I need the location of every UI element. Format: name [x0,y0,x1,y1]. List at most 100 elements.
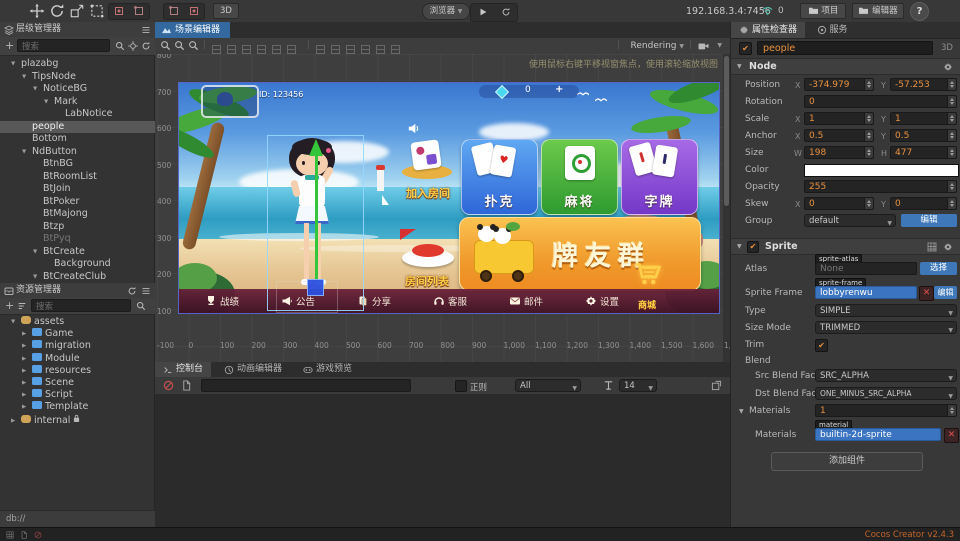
src-blend-dropdown[interactable]: SRC_ALPHA ▼ [815,369,957,382]
expand-arrow-icon[interactable]: ▼ [22,71,32,84]
game-card-字牌[interactable]: 字牌 [621,139,698,215]
add-asset-button[interactable]: + [5,299,14,312]
join-room-button[interactable]: 加入房间 [392,139,464,205]
sort-icon[interactable] [17,301,27,311]
docs-icon[interactable] [927,242,937,252]
panel-menu-icon[interactable] [141,25,151,35]
anchor-x-input[interactable]: 0.5 [804,129,874,142]
preview-target-dropdown[interactable]: 浏览器 ▼ [422,3,470,20]
pivot-icon[interactable] [114,6,124,16]
size-w-input[interactable]: 198 [804,146,874,159]
clear-frame-button[interactable]: ✕ [919,286,934,301]
hierarchy-item-BtJoin[interactable]: BtJoin [0,183,155,196]
status-log-icon[interactable] [20,530,28,539]
group-edit-button[interactable]: 编辑 [901,214,957,227]
node-section-header[interactable]: ▼ Node [731,58,960,75]
expand-arrow-icon[interactable]: ▼ [33,271,43,281]
status-grid-icon[interactable] [6,530,14,539]
add-node-button[interactable]: + [5,39,14,52]
hierarchy-item-BtRoomList[interactable]: BtRoomList [0,171,155,184]
hierarchy-item-LabNotice[interactable]: LabNotice [0,108,155,121]
rotation-input[interactable]: 0 [804,95,957,108]
assets-search-input[interactable] [31,299,131,312]
hierarchy-item-BtCreateClub[interactable]: ▼ BtCreateClub [0,271,155,281]
console-output-area[interactable] [155,394,730,527]
atlas-input[interactable]: None [815,262,917,275]
hierarchy-item-BtPoker[interactable]: BtPoker [0,196,155,209]
expand-arrow-icon[interactable]: ▼ [11,58,21,71]
asset-item-resources[interactable]: ▶ resources [0,364,155,377]
hierarchy-item-people[interactable]: people [0,120,155,133]
coord-toggle-group[interactable] [163,2,205,20]
status-error-icon[interactable] [34,531,42,539]
opacity-input[interactable]: 255 [804,180,957,193]
gizmo-xy-handle[interactable] [307,279,324,296]
gizmo-y-axis-arrowhead[interactable] [309,139,323,156]
3d-mode-button[interactable]: 3D [213,3,239,19]
gizmo-y-axis[interactable] [315,155,318,281]
asset-item-internal[interactable]: ▶ internal [0,414,155,426]
scale-y-input[interactable]: 1 [890,112,957,125]
tab-游戏预览[interactable]: 游戏预览 [295,362,360,377]
player-avatar-frame[interactable] [201,85,259,118]
node-name-input[interactable]: people [757,41,933,55]
rendering-dropdown[interactable]: Rendering ▼ [631,41,684,51]
asset-item-assets[interactable]: ▼ assets [0,316,155,328]
zoom-out-icon[interactable] [188,40,199,51]
game-menu-战绩[interactable]: 战绩 [205,293,239,309]
position-y-input[interactable]: -57.253 [890,78,957,91]
materials-count-input[interactable]: 1 [815,404,957,417]
gear-icon[interactable] [943,62,953,72]
expand-arrow-icon[interactable]: ▶ [22,401,32,413]
regex-checkbox[interactable] [455,380,467,392]
camera-dropdown-caret[interactable]: ▼ [717,42,722,49]
expand-arrow-icon[interactable]: ▼ [33,246,43,259]
open-editor-button[interactable]: 编辑器 [852,3,904,19]
zoom-icon[interactable] [160,40,171,51]
hierarchy-item-Btzp[interactable]: Btzp [0,221,155,234]
expand-arrow-icon[interactable]: ▼ [44,96,54,109]
expand-arrow-icon[interactable]: ▶ [22,328,32,340]
expand-arrow-icon[interactable]: ▶ [22,389,32,401]
expand-arrow-icon[interactable]: ▼ [33,83,43,96]
pivot-toggle-group[interactable] [108,2,150,20]
skew-x-input[interactable]: 0 [804,197,874,210]
scale-tool-icon[interactable] [68,3,86,19]
move-tool-icon[interactable] [28,3,46,19]
expand-arrow-icon[interactable]: ▶ [11,415,21,426]
locate-icon[interactable] [128,41,138,51]
speaker-icon[interactable] [407,122,420,135]
panel-menu-icon[interactable] [141,286,151,296]
expand-arrow-icon[interactable]: ▶ [22,340,32,352]
dst-blend-dropdown[interactable]: ONE_MINUS_SRC_ALPHA ▼ [815,387,957,400]
sprite-frame-input[interactable]: lobbyrenwu [815,286,917,299]
material-input[interactable]: builtin-2d-sprite [815,428,941,441]
camera-icon[interactable] [697,41,710,51]
popout-icon[interactable] [711,380,722,391]
hierarchy-item-plazabg[interactable]: ▼ plazabg [0,58,155,71]
refresh-icon[interactable] [141,41,151,51]
scene-canvas[interactable]: 使用鼠标右键平移视窗焦点，使用滚轮缩放视图 ID: 123456 0 + 加入房… [155,54,730,384]
hierarchy-item-BtPyq[interactable]: BtPyq [0,233,155,246]
asset-item-Module[interactable]: ▶ Module [0,352,155,365]
console-filter-input[interactable] [201,379,411,392]
asset-item-Template[interactable]: ▶ Template [0,401,155,413]
clear-console-icon[interactable] [163,380,174,391]
asset-item-migration[interactable]: ▶ migration [0,340,155,352]
type-dropdown[interactable]: SIMPLE ▼ [815,304,957,317]
atlas-select-button[interactable]: 选择 [920,262,957,275]
game-menu-客服[interactable]: 客服 [433,293,467,309]
size-h-input[interactable]: 477 [890,146,957,159]
hierarchy-search-input[interactable] [17,39,110,52]
font-size-dropdown[interactable]: 14 ▼ [619,379,657,392]
trim-checkbox[interactable] [815,339,828,352]
asset-item-Scene[interactable]: ▶ Scene [0,376,155,389]
asset-item-Game[interactable]: ▶ Game [0,328,155,340]
shop-button[interactable]: 商城 [623,257,671,311]
hierarchy-item-NdButton[interactable]: ▼ NdButton [0,146,155,159]
position-x-input[interactable]: -374.979 [804,78,874,91]
expand-arrow-icon[interactable]: ▶ [22,353,32,365]
tab-服务[interactable]: 服务 [809,22,856,38]
group-dropdown[interactable]: default ▼ [804,214,896,227]
game-menu-设置[interactable]: 设置 [585,293,619,309]
